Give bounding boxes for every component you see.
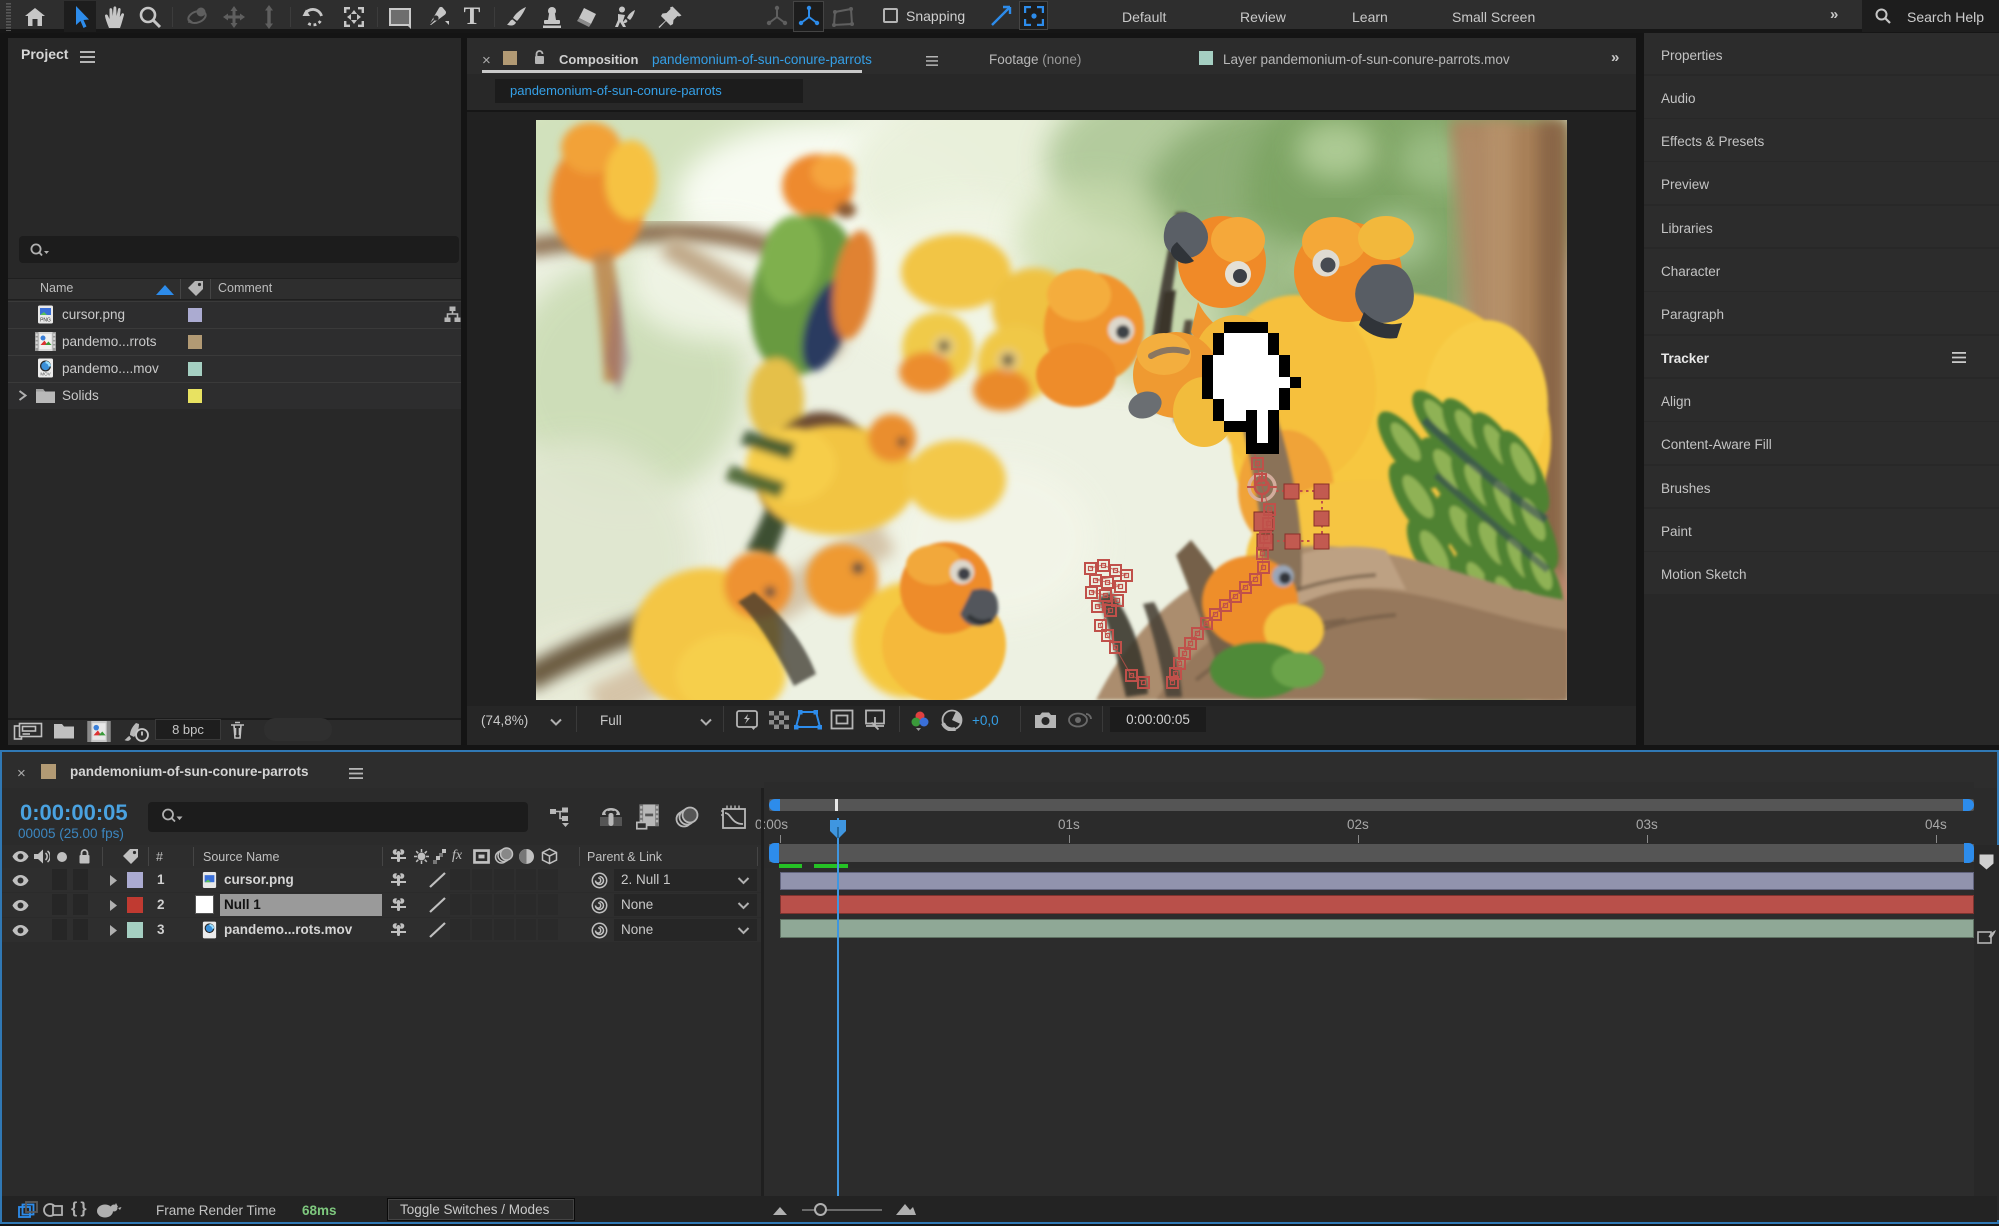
svg-text:PNG: PNG xyxy=(40,318,51,324)
svg-text:MOV: MOV xyxy=(40,372,50,377)
